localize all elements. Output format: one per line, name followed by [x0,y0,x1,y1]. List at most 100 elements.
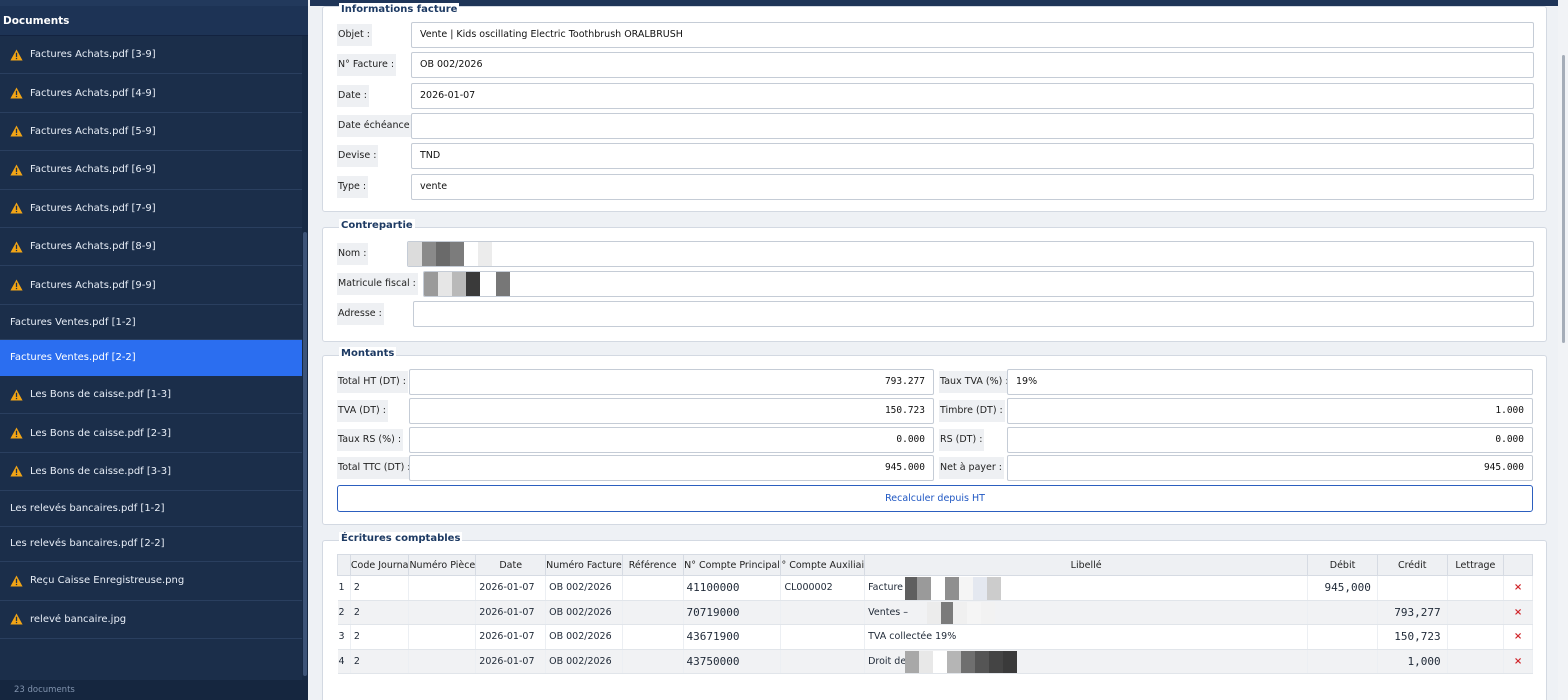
sidebar-item-document[interactable]: Factures Achats.pdf [4-9] [0,74,302,113]
devise-field[interactable]: TND [411,143,1534,169]
sidebar-item-document[interactable]: Factures Achats.pdf [3-9] [0,36,302,75]
cell-facture[interactable]: OB 002/2026 [545,600,623,625]
sidebar-item-document[interactable]: Les relevés bancaires.pdf [1-2] [0,491,302,527]
cell-facture[interactable]: OB 002/2026 [545,649,623,674]
sidebar-item-document[interactable]: Factures Achats.pdf [6-9] [0,151,302,190]
cell-libelle[interactable]: TVA collectée 19% [864,624,1309,650]
recalculate-button[interactable]: Recalculer depuis HT [337,485,1533,512]
cell-date[interactable]: 2026-01-07 [475,575,547,601]
cell-delete[interactable]: × [1503,649,1533,674]
cell-lettrage[interactable] [1447,575,1505,601]
cell-lettrage[interactable] [1447,649,1505,674]
cell-libelle[interactable]: Droit de [864,649,1309,674]
cell-journal[interactable]: 2 [350,649,410,674]
column-header[interactable]: N° Compte Principal [682,554,782,576]
table-row[interactable]: 3 2 2026-01-07 OB 002/2026 43671900 TVA colle… [337,624,1533,650]
delete-row-icon[interactable]: × [1514,607,1522,618]
delete-row-icon[interactable]: × [1514,656,1522,667]
column-header[interactable]: Code Journa [349,554,410,576]
net-field[interactable]: 945.000 [1007,455,1533,481]
cell-journal[interactable]: 2 [350,624,410,650]
cell-libelle[interactable]: Ventes – [864,600,1309,625]
cell-compte[interactable]: 70719000 [683,600,782,625]
column-header[interactable]: Référence [621,554,684,576]
cell-idx[interactable]: 4 [337,649,351,674]
main-scrollbar-thumb[interactable] [1562,55,1565,343]
sidebar-item-document[interactable]: Factures Ventes.pdf [2-2] [0,340,302,376]
cell-delete[interactable]: × [1503,600,1533,625]
column-header[interactable]: Date [475,554,547,576]
cell-piece[interactable] [408,649,477,674]
cell-journal[interactable]: 2 [350,600,410,625]
cell-debit[interactable] [1307,600,1378,625]
sidebar-item-document[interactable]: Factures Achats.pdf [8-9] [0,228,302,267]
cell-aux[interactable] [780,624,866,650]
cell-journal[interactable]: 2 [350,575,410,601]
sidebar-item-document[interactable]: Les relevés bancaires.pdf [2-2] [0,527,302,563]
sidebar-item-document[interactable]: Factures Achats.pdf [5-9] [0,113,302,152]
cell-aux[interactable] [780,649,866,674]
cell-compte[interactable]: 43750000 [683,649,782,674]
delete-row-icon[interactable]: × [1514,631,1522,642]
column-header[interactable] [337,554,351,576]
timbre-field[interactable]: 1.000 [1007,398,1533,424]
cell-facture[interactable]: OB 002/2026 [545,575,623,601]
cell-credit[interactable] [1377,575,1448,601]
sidebar-item-document[interactable]: Les Bons de caisse.pdf [2-3] [0,414,302,453]
cell-credit[interactable]: 793,277 [1377,600,1448,625]
table-row[interactable]: 4 2 2026-01-07 OB 002/2026 43750000 Droit de 1… [337,649,1533,674]
cell-piece[interactable] [408,624,477,650]
delete-row-icon[interactable]: × [1514,582,1522,593]
type-field[interactable]: vente [411,174,1534,200]
numero-field[interactable]: OB 002/2026 [411,52,1534,78]
cell-aux[interactable]: CL000002 [780,575,866,601]
cell-date[interactable]: 2026-01-07 [475,600,547,625]
sidebar-scrollbar-thumb[interactable] [303,232,307,676]
echeance-field[interactable] [411,113,1534,139]
cell-ref[interactable] [622,649,684,674]
cell-aux[interactable] [780,600,866,625]
cell-delete[interactable]: × [1503,624,1533,650]
cell-ref[interactable] [622,600,684,625]
sidebar-item-document[interactable]: relevé bancaire.jpg [0,601,302,640]
adresse-field[interactable] [413,301,1534,327]
cell-facture[interactable]: OB 002/2026 [545,624,623,650]
taux-rs-field[interactable]: 0.000 [409,427,934,453]
table-row[interactable]: 2 2 2026-01-07 OB 002/2026 70719000 Ventes – 7… [337,600,1533,625]
sidebar-item-document[interactable]: Reçu Caisse Enregistreuse.png [0,562,302,601]
cell-ref[interactable] [622,624,684,650]
cell-credit[interactable]: 1,000 [1377,649,1448,674]
cell-debit[interactable] [1307,649,1378,674]
cell-idx[interactable]: 3 [337,624,351,650]
column-header[interactable]: Débit [1307,554,1378,576]
column-header[interactable]: Lettrage [1446,554,1505,576]
column-header[interactable]: Numéro Pièce [408,554,477,576]
sidebar-item-document[interactable]: Factures Achats.pdf [7-9] [0,190,302,228]
column-header[interactable]: Libellé [864,554,1309,576]
cell-debit[interactable] [1307,624,1378,650]
tva-field[interactable]: 150.723 [409,398,934,424]
taux-tva-field[interactable]: 19% [1007,369,1533,395]
cell-compte[interactable]: 41100000 [683,575,782,601]
column-header[interactable] [1503,554,1533,576]
cell-idx[interactable]: 2 [337,600,351,625]
cell-piece[interactable] [408,575,477,601]
rs-field[interactable]: 0.000 [1007,427,1533,453]
cell-lettrage[interactable] [1447,600,1505,625]
main-scrollbar[interactable] [1558,0,1568,700]
table-row[interactable]: 1 2 2026-01-07 OB 002/2026 41100000 CL000002 F… [337,575,1533,601]
column-header[interactable]: ° Compte Auxiliai [780,554,866,576]
sidebar-item-document[interactable]: Factures Achats.pdf [9-9] [0,266,302,305]
total-ht-field[interactable]: 793.277 [409,369,934,395]
cell-libelle[interactable]: Facture [864,575,1309,601]
matricule-field[interactable] [423,271,1534,297]
cell-date[interactable]: 2026-01-07 [475,649,547,674]
cell-delete[interactable]: × [1503,575,1533,601]
cell-idx[interactable]: 1 [337,575,351,601]
cell-piece[interactable] [408,600,477,625]
sidebar-item-document[interactable]: Les Bons de caisse.pdf [1-3] [0,376,302,415]
cell-date[interactable]: 2026-01-07 [475,624,547,650]
cell-compte[interactable]: 43671900 [683,624,782,650]
total-ttc-field[interactable]: 945.000 [409,455,934,481]
cell-lettrage[interactable] [1447,624,1505,650]
